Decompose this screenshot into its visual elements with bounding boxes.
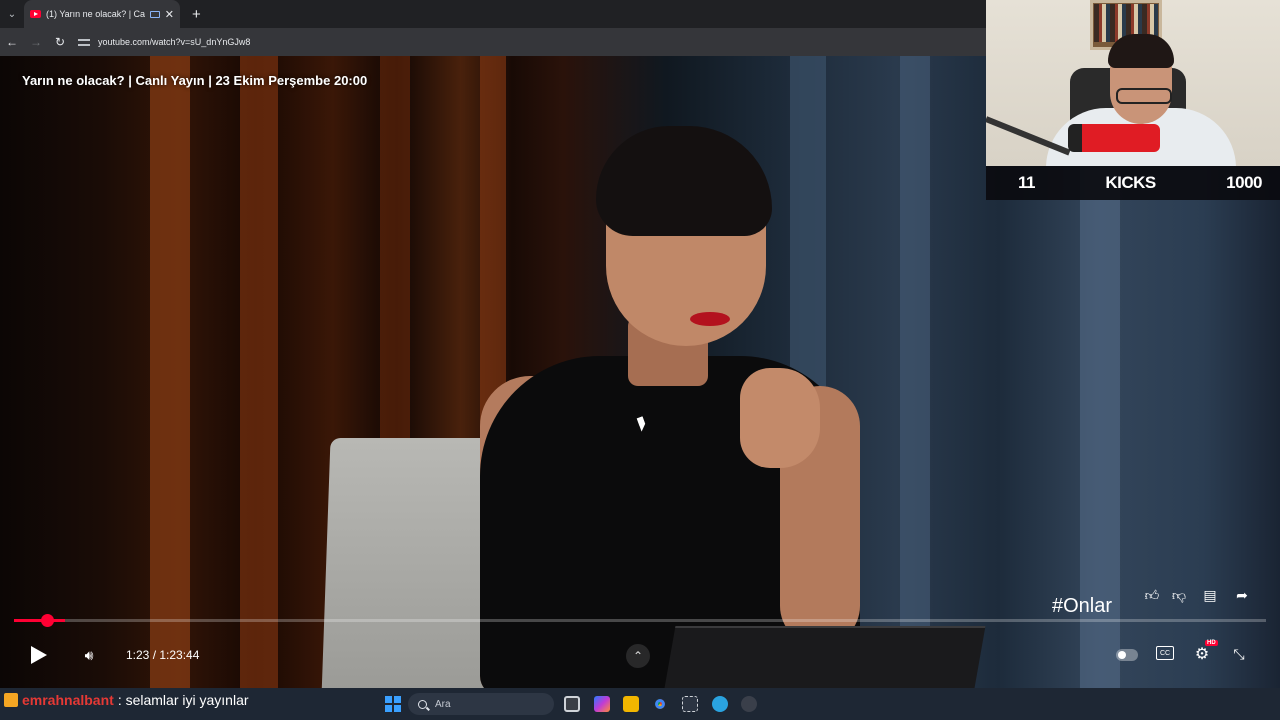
captions-button[interactable]: CC [1156, 646, 1174, 660]
chat-message: emrahnalbant : selamlar iyi yayınlar [4, 692, 249, 708]
settings-gear-icon[interactable]: ⚙ [1193, 645, 1211, 663]
kicks-left-count: 11 [1018, 173, 1035, 192]
reload-button[interactable]: ↻ [48, 30, 72, 54]
curtain-fold [900, 56, 930, 688]
presenter-hair [596, 126, 772, 236]
time-display: 1:23 / 1:23:44 [126, 648, 200, 662]
dislike-icon[interactable]: 👎︎ [1169, 585, 1189, 605]
windows-start-icon[interactable] [385, 696, 401, 712]
casting-icon [149, 10, 160, 18]
presenter-hand [740, 368, 820, 468]
screen: Yarın ne olacak? | Canlı Yayın | 23 Ekim… [0, 0, 1280, 720]
tab-search-button[interactable]: ⌄ [2, 4, 22, 24]
forward-button[interactable]: → [24, 30, 48, 54]
copilot-icon[interactable] [594, 696, 610, 712]
like-icon[interactable]: 👍︎ [1142, 585, 1162, 605]
telegram-icon[interactable] [712, 696, 728, 712]
presenter-lips [690, 312, 730, 326]
search-icon [418, 699, 427, 709]
curtain-fold [150, 56, 190, 688]
address-bar: ← → ↻ youtube.com/watch?v=sU_dnYnGJw8 [0, 28, 986, 56]
youtube-favicon-icon [30, 10, 41, 18]
back-button[interactable]: ← [0, 30, 24, 54]
streamer-glasses [1116, 88, 1172, 104]
taskbar-search[interactable]: Ara [408, 693, 554, 715]
chrome-icon[interactable] [652, 696, 668, 712]
laptop [664, 626, 986, 688]
omnibox[interactable]: youtube.com/watch?v=sU_dnYnGJw8 [78, 31, 250, 53]
share-icon[interactable]: ➦ [1232, 585, 1252, 605]
chevron-up-icon[interactable]: ⌃ [626, 644, 650, 668]
microphone [1068, 124, 1160, 152]
tab-title: (1) Yarın ne olacak? | Canlı Yayın [46, 9, 145, 19]
curtain-fold [240, 56, 278, 688]
chat-badge-icon [4, 693, 18, 707]
kicks-label: KICKS [1105, 173, 1156, 192]
search-placeholder: Ara [435, 698, 451, 710]
chat-text: : selamlar iyi yayınlar [117, 692, 249, 708]
close-tab-icon[interactable]: ✕ [165, 8, 174, 21]
progress-bar[interactable] [14, 614, 1266, 627]
snipping-tool-icon[interactable] [682, 696, 698, 712]
url-text[interactable]: youtube.com/watch?v=sU_dnYnGJw8 [98, 37, 250, 47]
kicks-right-count: 1000 [1226, 173, 1262, 192]
video-title[interactable]: Yarın ne olacak? | Canlı Yayın | 23 Ekim… [22, 73, 367, 88]
obs-icon[interactable] [741, 696, 757, 712]
browser-tab[interactable]: (1) Yarın ne olacak? | Canlı Yayın ✕ [24, 0, 180, 28]
webcam-overlay [986, 0, 1280, 166]
kicks-counter-bar: 11 KICKS 1000 [986, 166, 1280, 200]
streamer-hair [1108, 34, 1174, 68]
exit-fullscreen-icon[interactable]: ⤡ [1230, 645, 1248, 663]
autoplay-toggle[interactable] [1116, 649, 1138, 661]
hd-badge: HD [1205, 640, 1218, 646]
volume-icon[interactable]: 🔊︎ [78, 644, 100, 666]
chat-username: emrahnalbant [22, 692, 114, 708]
file-explorer-icon[interactable] [623, 696, 639, 712]
tab-bar: ⌄ (1) Yarın ne olacak? | Canlı Yayın ✕ + [0, 0, 986, 28]
site-info-icon[interactable] [78, 37, 90, 47]
task-view-icon[interactable] [564, 696, 580, 712]
play-button[interactable] [26, 642, 52, 668]
hashtag-overlay[interactable]: #Onlar [1052, 595, 1112, 618]
progress-played [14, 619, 65, 622]
scrubber-handle[interactable] [40, 614, 54, 627]
new-tab-button[interactable]: + [192, 6, 201, 23]
comments-icon[interactable]: ▤ [1200, 585, 1220, 605]
